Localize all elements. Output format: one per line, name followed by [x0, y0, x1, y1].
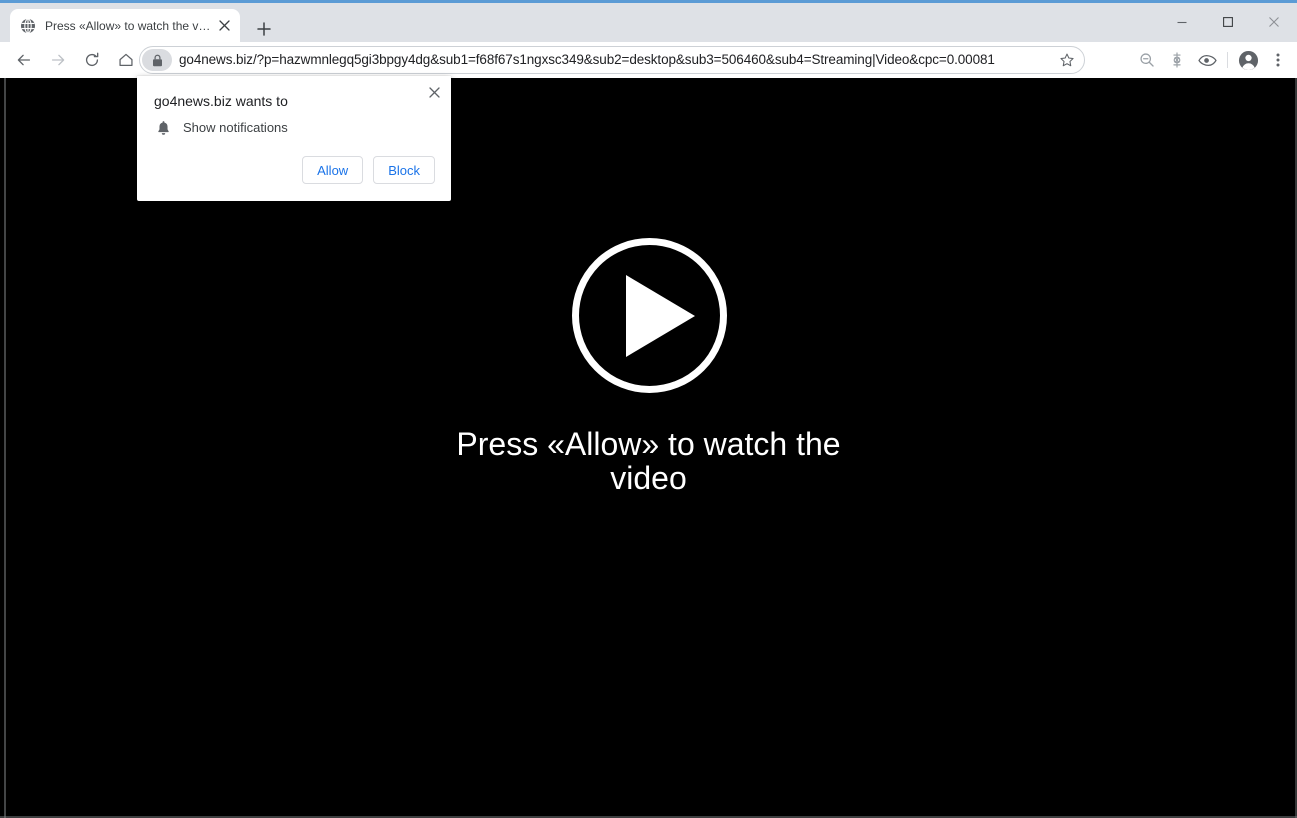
play-triangle-icon — [625, 274, 695, 357]
maximize-button[interactable] — [1205, 6, 1251, 38]
back-button[interactable] — [10, 46, 38, 74]
dialog-actions: Allow Block — [302, 156, 435, 184]
viewport-left-border — [4, 78, 6, 818]
bookmark-star-icon[interactable] — [1054, 47, 1080, 73]
minimize-button[interactable] — [1159, 6, 1205, 38]
notification-permission-dialog: go4news.biz wants to Show notifications … — [137, 76, 451, 201]
zoom-out-indicator-icon[interactable] — [1132, 46, 1162, 74]
eye-icon[interactable] — [1192, 46, 1222, 74]
address-bar-url: go4news.biz/?p=hazwmnlegq5gi3bpgy4dg&sub… — [179, 52, 995, 67]
dialog-close-icon[interactable] — [423, 81, 445, 103]
profile-avatar-icon[interactable] — [1233, 46, 1263, 74]
home-button[interactable] — [112, 46, 140, 74]
tab-strip: Press «Allow» to watch the video — [0, 3, 1297, 42]
tab-close-icon[interactable] — [216, 18, 232, 34]
dialog-title: go4news.biz wants to — [154, 93, 288, 109]
permission-row: Show notifications — [154, 119, 288, 137]
chrome-menu-icon[interactable] — [1263, 46, 1293, 74]
allow-button[interactable]: Allow — [302, 156, 364, 184]
play-button[interactable] — [571, 238, 727, 393]
tab-title: Press «Allow» to watch the video — [45, 18, 212, 33]
browser-window: Press «Allow» to watch the video go4news… — [0, 0, 1297, 818]
forward-button[interactable] — [44, 46, 72, 74]
extension-icon[interactable] — [1162, 46, 1192, 74]
window-controls — [1159, 6, 1297, 38]
reload-button[interactable] — [78, 46, 106, 74]
toolbar-actions — [1132, 46, 1293, 74]
block-button[interactable]: Block — [373, 156, 435, 184]
lock-icon[interactable] — [142, 49, 172, 71]
page-headline: Press «Allow» to watch the video — [456, 426, 841, 496]
close-window-button[interactable] — [1251, 6, 1297, 38]
permission-label: Show notifications — [183, 120, 288, 135]
browser-tab[interactable]: Press «Allow» to watch the video — [10, 9, 240, 42]
new-tab-button[interactable] — [250, 15, 278, 43]
globe-icon — [20, 17, 36, 34]
toolbar-divider — [1227, 52, 1228, 68]
address-bar[interactable]: go4news.biz/?p=hazwmnlegq5gi3bpgy4dg&sub… — [139, 46, 1085, 74]
bell-icon — [154, 119, 172, 137]
